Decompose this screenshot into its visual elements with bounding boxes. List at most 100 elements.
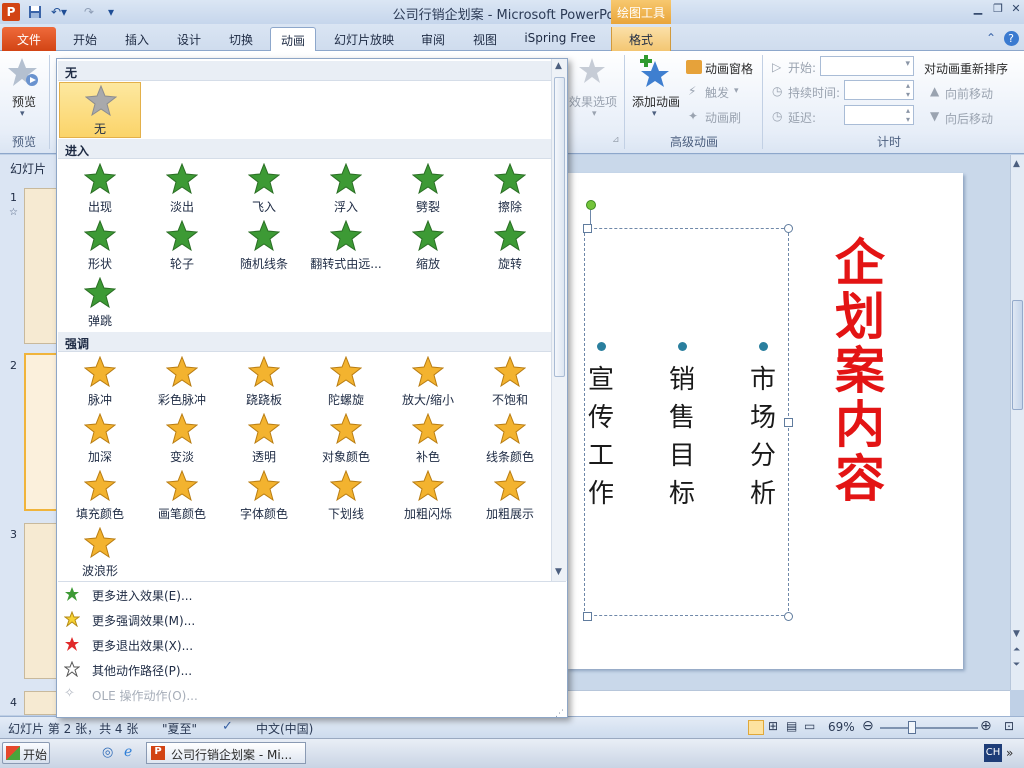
emphasis-effect-4[interactable]: 陀螺旋 <box>305 354 387 410</box>
resize-handle[interactable] <box>784 224 793 233</box>
help-icon[interactable]: ? <box>1002 27 1020 51</box>
entrance-effect-2[interactable]: 淡出 <box>141 161 223 217</box>
collapse-ribbon-icon[interactable]: ⌃ <box>982 27 1000 51</box>
tab-design[interactable]: 设计 <box>166 27 212 51</box>
tray-expand-icon[interactable]: » <box>1006 746 1013 760</box>
vertical-scrollbar[interactable]: ▲ ▼ ⏶ ⏷ <box>1010 155 1024 690</box>
animation-painter-button[interactable]: 动画刷 <box>705 109 741 126</box>
emphasis-effect-16[interactable]: 下划线 <box>305 468 387 524</box>
fit-to-window-icon[interactable]: ⊡ <box>1004 719 1014 733</box>
next-slide-icon[interactable]: ⏷ <box>1013 660 1020 670</box>
emphasis-effect-6[interactable]: 不饱和 <box>469 354 551 410</box>
add-animation-button[interactable]: 添加动画 <box>632 93 680 110</box>
zoom-out-icon[interactable]: ⊖ <box>862 718 874 734</box>
restore-icon[interactable]: ❐ <box>988 2 1008 18</box>
tab-home[interactable]: 开始 <box>62 27 108 51</box>
slide-thumbnail-4[interactable] <box>24 691 58 715</box>
zoom-slider[interactable] <box>880 727 978 729</box>
emphasis-effect-15[interactable]: 字体颜色 <box>223 468 305 524</box>
resize-handle[interactable] <box>583 224 592 233</box>
animation-pane-button[interactable]: 动画窗格 <box>705 60 753 77</box>
emphasis-effect-1[interactable]: 脉冲 <box>59 354 141 410</box>
entrance-effect-10[interactable]: 翻转式由远... <box>305 218 387 274</box>
spelling-check-icon[interactable]: ✓ <box>222 719 233 734</box>
tab-file[interactable]: 文件 <box>2 27 56 51</box>
desktop-icon[interactable]: ◎ <box>102 745 113 760</box>
tab-format[interactable]: 格式 <box>611 27 671 51</box>
emphasis-effect-17[interactable]: 加粗闪烁 <box>387 468 469 524</box>
emphasis-effect-7[interactable]: 加深 <box>59 411 141 467</box>
more-emphasis-effects[interactable]: 更多强调效果(M)... <box>58 607 566 632</box>
resize-handle[interactable] <box>784 418 793 427</box>
gallery-scroll-down-icon[interactable]: ▼ <box>555 567 562 577</box>
entrance-effect-5[interactable]: 劈裂 <box>387 161 469 217</box>
slide-sorter-icon[interactable]: ⊞ <box>768 719 778 733</box>
slideshow-view-icon[interactable]: ▭ <box>804 719 815 733</box>
reading-view-icon[interactable]: ▤ <box>786 719 797 733</box>
preview-icon[interactable] <box>8 56 40 90</box>
entrance-effect-9[interactable]: 随机线条 <box>223 218 305 274</box>
close-icon[interactable]: ✕ <box>1006 2 1024 18</box>
tab-transitions[interactable]: 切换 <box>218 27 264 51</box>
emphasis-effect-11[interactable]: 补色 <box>387 411 469 467</box>
zoom-level[interactable]: 69% <box>828 720 855 734</box>
scroll-thumb[interactable] <box>1012 300 1023 410</box>
entrance-effect-6[interactable]: 擦除 <box>469 161 551 217</box>
zoom-slider-thumb[interactable] <box>908 721 916 734</box>
tab-slideshow[interactable]: 幻灯片放映 <box>322 27 406 51</box>
gallery-resize-grip-icon[interactable]: ⋰ <box>555 709 564 719</box>
entrance-effect-11[interactable]: 缩放 <box>387 218 469 274</box>
entrance-effect-7[interactable]: 形状 <box>59 218 141 274</box>
slide-thumbnail-2[interactable] <box>24 353 58 511</box>
more-motion-paths[interactable]: 其他动作路径(P)... <box>58 657 566 682</box>
add-animation-icon[interactable] <box>638 55 670 89</box>
slide-thumbnail-3[interactable] <box>24 523 58 679</box>
preview-button[interactable]: 预览 <box>12 93 36 110</box>
preview-dropdown-icon[interactable]: ▾ <box>20 109 25 119</box>
dialog-launcher-icon[interactable]: ⊿ <box>612 135 620 145</box>
emphasis-effect-12[interactable]: 线条颜色 <box>469 411 551 467</box>
effect-options-icon[interactable] <box>578 56 606 86</box>
entrance-effect-4[interactable]: 浮入 <box>305 161 387 217</box>
tab-ispring[interactable]: iSpring Free <box>514 27 606 51</box>
entrance-effect-12[interactable]: 旋转 <box>469 218 551 274</box>
slide-thumbnail-1[interactable] <box>24 188 58 344</box>
resize-handle[interactable] <box>784 612 793 621</box>
emphasis-effect-13[interactable]: 填充颜色 <box>59 468 141 524</box>
emphasis-effect-19[interactable]: 波浪形 <box>59 525 141 581</box>
browser-icon[interactable]: ℯ <box>124 744 132 760</box>
duration-spinner[interactable]: ▴ ▾ <box>844 80 914 100</box>
emphasis-effect-14[interactable]: 画笔颜色 <box>141 468 223 524</box>
resize-handle[interactable] <box>583 612 592 621</box>
minimize-icon[interactable]: ▁ <box>968 2 988 18</box>
emphasis-effect-5[interactable]: 放大/缩小 <box>387 354 469 410</box>
taskbar-powerpoint-item[interactable]: P 公司行销企划案 - Mi... <box>146 742 306 764</box>
tab-view[interactable]: 视图 <box>462 27 508 51</box>
notes-pane[interactable] <box>558 690 1010 716</box>
entrance-effect-1[interactable]: 出现 <box>59 161 141 217</box>
start-select[interactable]: ▾ <box>820 56 914 76</box>
tab-animations[interactable]: 动画 <box>270 27 316 52</box>
move-later-button[interactable]: 向后移动 <box>945 110 993 127</box>
delay-spinner[interactable]: ▴ ▾ <box>844 105 914 125</box>
emphasis-effect-3[interactable]: 跷跷板 <box>223 354 305 410</box>
emphasis-effect-10[interactable]: 对象颜色 <box>305 411 387 467</box>
scroll-up-icon[interactable]: ▲ <box>1013 159 1020 169</box>
zoom-in-icon[interactable]: ⊕ <box>980 718 992 734</box>
gallery-scroll-thumb[interactable] <box>554 77 565 377</box>
emphasis-effect-2[interactable]: 彩色脉冲 <box>141 354 223 410</box>
animation-none[interactable]: 无 <box>59 82 141 138</box>
language-status[interactable]: 中文(中国) <box>256 720 313 737</box>
emphasis-effect-8[interactable]: 变淡 <box>141 411 223 467</box>
more-exit-effects[interactable]: 更多退出效果(X)... <box>58 632 566 657</box>
emphasis-effect-18[interactable]: 加粗展示 <box>469 468 551 524</box>
previous-slide-icon[interactable]: ⏶ <box>1013 645 1020 655</box>
effect-options-button[interactable]: 效果选项 <box>569 93 617 110</box>
input-method-indicator[interactable]: CH <box>984 744 1002 762</box>
emphasis-effect-9[interactable]: 透明 <box>223 411 305 467</box>
entrance-effect-8[interactable]: 轮子 <box>141 218 223 274</box>
gallery-scrollbar[interactable]: ▲ ▼ <box>551 59 567 581</box>
scroll-down-icon[interactable]: ▼ <box>1013 629 1020 639</box>
entrance-effect-3[interactable]: 飞入 <box>223 161 305 217</box>
more-entrance-effects[interactable]: 更多进入效果(E)... <box>58 582 566 607</box>
